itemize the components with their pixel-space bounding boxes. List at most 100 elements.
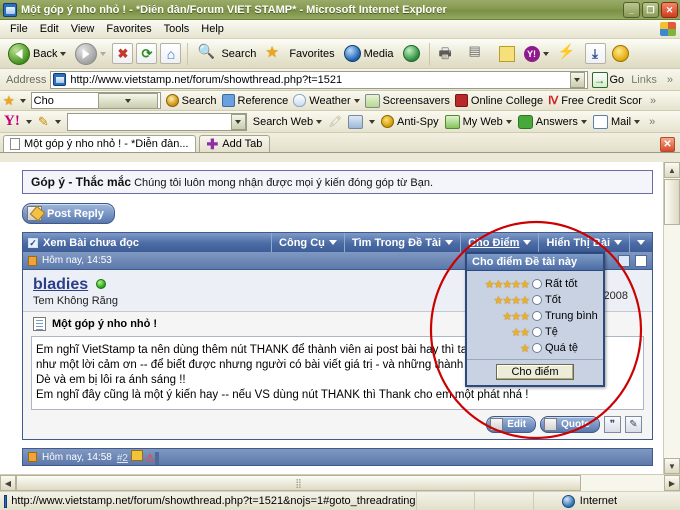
companion-search-dropdown-icon[interactable] [98, 92, 158, 109]
menu-file[interactable]: File [4, 22, 34, 36]
address-overflow-icon[interactable]: » [664, 74, 676, 86]
display-mode-menu[interactable]: Hiển Thị Bài [538, 233, 629, 252]
scroll-left-button[interactable]: ◀ [0, 475, 16, 491]
history-button[interactable] [400, 44, 423, 63]
rating-option-good[interactable]: ★★★★ Tốt [471, 292, 599, 308]
companion-search-input[interactable]: Cho [30, 92, 161, 109]
pencil-icon[interactable]: ✎ [38, 114, 49, 130]
companion-overflow-icon[interactable]: » [647, 95, 659, 107]
media-button[interactable]: Media [341, 44, 397, 63]
rating-radio-4[interactable] [532, 327, 542, 337]
rating-radio-1[interactable] [532, 279, 542, 289]
search-web-button[interactable]: Search Web [253, 116, 323, 128]
multiquote-button[interactable]: ❞ [604, 416, 621, 433]
minimize-button[interactable]: _ [623, 1, 640, 18]
yahoo-toolbar-button[interactable]: Y! [521, 45, 552, 63]
pencil-caret-icon[interactable] [54, 119, 61, 124]
answers-button[interactable]: Answers [517, 114, 587, 129]
home-button[interactable]: ⌂ [160, 43, 182, 64]
rating-option-bad[interactable]: ★★ Tệ [471, 324, 599, 340]
yahoo-logo-caret-icon[interactable] [25, 119, 32, 124]
popup-blocker-icon[interactable] [348, 114, 364, 129]
favorites-button[interactable]: ★ Favorites [262, 42, 337, 65]
address-input[interactable]: http://www.vietstamp.net/forum/showthrea… [50, 70, 588, 89]
yahoo-logo[interactable]: Y! [4, 113, 20, 130]
menu-view[interactable]: View [65, 22, 101, 36]
more-menu[interactable] [629, 233, 652, 252]
favorites-star-icon[interactable]: ★ [3, 93, 15, 109]
post-link-icon[interactable] [618, 254, 630, 267]
close-button[interactable]: ✕ [661, 1, 678, 18]
highlighter-icon[interactable]: 🖍 [328, 115, 342, 128]
rating-radio-3[interactable] [532, 311, 542, 321]
companion-search-button[interactable]: Search [165, 94, 217, 107]
search-button[interactable]: 🔍 Search [194, 42, 259, 65]
quote-post-button[interactable]: Quote [540, 416, 600, 433]
rating-option-very-good[interactable]: ★★★★★ Rất tốt [471, 276, 599, 292]
yahoo-search-input[interactable] [66, 112, 247, 131]
rating-option-terrible[interactable]: ★ Quá tệ [471, 340, 599, 356]
download-button[interactable]: ⤓ [584, 43, 606, 64]
mail-caret-icon[interactable] [634, 119, 641, 124]
horizontal-scrollbar[interactable]: ◀ ⣿ ▶ [0, 474, 680, 491]
notes-button[interactable] [496, 45, 518, 63]
add-tab-button[interactable]: ✚ Add Tab [198, 135, 271, 152]
myweb-caret-icon[interactable] [505, 119, 512, 124]
post-username[interactable]: bladies [33, 276, 88, 293]
scroll-up-button[interactable]: ▲ [664, 162, 680, 178]
popup-caret-icon[interactable] [369, 119, 376, 124]
rating-option-average[interactable]: ★★★ Trung bình [471, 308, 599, 324]
refresh-button[interactable]: ⟳ [136, 43, 158, 64]
antispy-button[interactable]: Anti-Spy [381, 115, 439, 128]
companion-weather-caret-icon[interactable] [353, 98, 360, 103]
stop-button[interactable]: ✖ [112, 43, 134, 64]
vscroll-thumb[interactable] [664, 179, 680, 225]
companion-credit-button[interactable]: Ⅳ Free Credit Scor [548, 94, 642, 108]
links-button[interactable]: Links [628, 74, 660, 86]
rating-radio-5[interactable] [532, 343, 542, 353]
hscroll-track[interactable]: ⣿ [16, 475, 664, 491]
answers-caret-icon[interactable] [580, 119, 587, 124]
menu-edit[interactable]: Edit [34, 22, 65, 36]
scroll-right-button[interactable]: ▶ [664, 475, 680, 491]
vertical-scrollbar[interactable]: ▲ ▼ [663, 162, 680, 474]
emoticon-button[interactable] [609, 44, 632, 63]
companion-screensavers-button[interactable]: Screensavers [364, 93, 450, 108]
menu-help[interactable]: Help [195, 22, 230, 36]
go-button[interactable]: → Go [591, 71, 624, 88]
address-dropdown-icon[interactable] [569, 71, 585, 88]
tab-close-button[interactable]: ✕ [660, 137, 675, 152]
flag-icon[interactable] [130, 450, 143, 461]
post2-number[interactable]: #2 [117, 453, 128, 464]
companion-reference-button[interactable]: Reference [221, 94, 288, 107]
edit-button[interactable]: ▤ [466, 42, 493, 65]
submit-rating-button[interactable]: Cho điểm [496, 364, 574, 380]
yahoo-overflow-icon[interactable]: » [646, 116, 658, 128]
menu-favorites[interactable]: Favorites [100, 22, 157, 36]
search-thread-menu[interactable]: Tìm Trong Đề Tài [343, 233, 460, 252]
yahoo-search-dropdown-icon[interactable] [230, 113, 246, 130]
mail-button[interactable]: Mail [592, 114, 641, 129]
quick-reply-button[interactable]: ✎ [625, 416, 642, 433]
search-web-caret-icon[interactable] [316, 119, 323, 124]
post2-select-icon[interactable] [156, 452, 159, 465]
myweb-button[interactable]: My Web [444, 114, 512, 129]
print-button[interactable]: 🖶 [436, 42, 463, 65]
hscroll-thumb[interactable]: ⣿ [16, 475, 581, 491]
post-select-icon[interactable] [635, 254, 647, 267]
rating-radio-2[interactable] [532, 295, 542, 305]
scroll-down-button[interactable]: ▼ [664, 458, 680, 474]
rate-thread-menu[interactable]: Cho Điểm [460, 233, 538, 252]
warning-icon[interactable]: ⚠ [146, 453, 155, 464]
menu-tools[interactable]: Tools [158, 22, 196, 36]
favorites-caret-icon[interactable] [19, 98, 26, 103]
maximize-button[interactable]: ❐ [642, 1, 659, 18]
back-button[interactable]: Back [5, 42, 69, 66]
companion-weather-button[interactable]: Weather [293, 94, 360, 107]
edit-post-button[interactable]: Edit [486, 416, 537, 433]
thread-tools-menu[interactable]: Công Cụ [271, 233, 344, 252]
back-dropdown-icon[interactable] [60, 51, 67, 56]
browser-tab[interactable]: Một góp ý nho nhỏ ! - *Diễn đàn... [3, 135, 196, 152]
view-unread-button[interactable]: ✓ Xem Bài chưa đọc [28, 237, 271, 249]
messenger-button[interactable]: ⚡ [555, 42, 582, 65]
